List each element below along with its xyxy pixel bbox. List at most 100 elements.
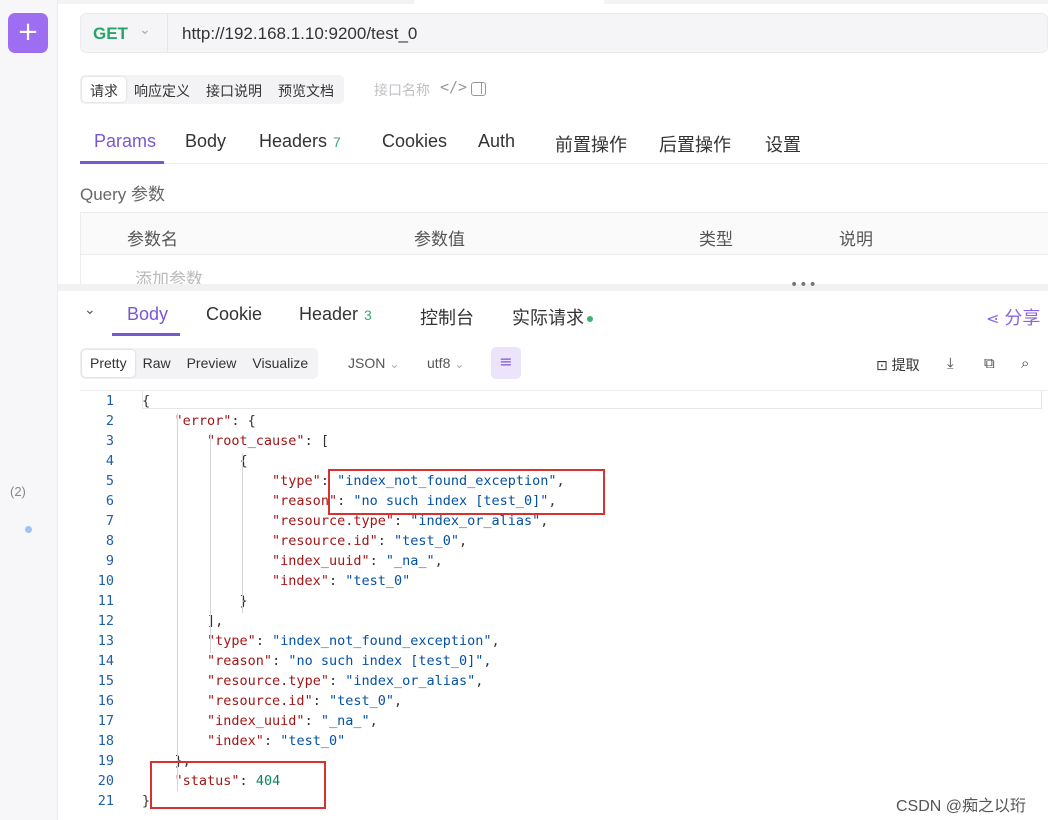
line-number: 19	[97, 753, 114, 769]
line-number: 14	[97, 653, 114, 669]
left-rail: + (2)	[0, 0, 58, 820]
code-line: 16 "resource.id": "test_0",	[80, 691, 1048, 711]
code-line: 9 "index_uuid": "_na_",	[80, 551, 1048, 571]
code-text: "resource.type": "index_or_alias",	[207, 673, 484, 689]
res-tab-header-label: Header	[299, 304, 359, 324]
res-tab-actual-request[interactable]: 实际请求	[512, 304, 593, 330]
code-text: }	[142, 593, 248, 609]
code-text: "error": {	[174, 413, 256, 429]
code-text: ],	[142, 613, 224, 629]
res-tab-header[interactable]: Header 3	[299, 304, 372, 325]
line-number: 2	[105, 413, 114, 429]
code-line: 14 "reason": "no such index [test_0]",	[80, 651, 1048, 671]
copy-icon[interactable]: ⧉	[984, 354, 995, 372]
interface-name-input[interactable]: 接口名称	[374, 80, 430, 100]
url-input[interactable]: http://192.168.1.10:9200/test_0	[182, 24, 417, 44]
code-line: 1{	[80, 391, 1048, 411]
wrap-lines-icon[interactable]: ≡	[491, 347, 521, 379]
active-tab[interactable]	[414, 0, 604, 4]
segment-preview-doc[interactable]: 预览文档	[270, 77, 342, 102]
code-icon[interactable]: </>	[440, 78, 467, 96]
code-line: 18 "index": "test_0"	[80, 731, 1048, 751]
format-select-value: JSON	[348, 355, 386, 371]
rail-count: (2)	[10, 484, 26, 499]
params-table-header: 参数名 参数值 类型 说明	[81, 213, 1048, 255]
view-preview[interactable]: Preview	[179, 350, 245, 377]
view-mode-segment: Pretty Raw Preview Visualize	[80, 348, 319, 379]
format-select[interactable]: JSON ⌄	[348, 355, 399, 371]
request-tabs: Params Body Headers 7 Cookies Auth 前置操作 后…	[80, 128, 1048, 164]
line-number: 6	[105, 493, 114, 509]
code-text: "type": "index_not_found_exception",	[207, 633, 500, 649]
code-text: {	[142, 393, 151, 409]
collapse-chevron-icon[interactable]: ⌄	[84, 302, 96, 318]
code-text: "index_uuid": "_na_",	[272, 553, 443, 569]
chevron-down-icon: ⌄	[389, 357, 400, 371]
chevron-down-icon[interactable]: ⌄	[139, 22, 151, 38]
line-number: 18	[97, 733, 114, 749]
segment-api-doc[interactable]: 接口说明	[198, 77, 270, 102]
annotation-box	[150, 761, 326, 809]
tab-headers[interactable]: Headers 7	[259, 131, 341, 152]
extract-button[interactable]: ⊡ 提取	[876, 355, 920, 375]
search-icon[interactable]: ⌕	[1021, 354, 1029, 372]
response-body-viewer[interactable]: 1{2 "error": {3 "root_cause": [4 {5 "typ…	[80, 390, 1048, 820]
code-text: "resource.id": "test_0",	[272, 533, 468, 549]
encoding-select[interactable]: utf8 ⌄	[427, 355, 464, 371]
line-number: 20	[97, 773, 114, 789]
share-button[interactable]: ⋖ 分享	[986, 304, 1040, 330]
params-table: 参数名 参数值 类型 说明 添加参数	[80, 212, 1048, 289]
res-tab-cookie[interactable]: Cookie	[206, 304, 262, 325]
tab-body[interactable]: Body	[185, 131, 226, 152]
line-number: 15	[97, 673, 114, 689]
res-tab-actual-label: 实际请求	[512, 308, 584, 328]
line-number: 21	[97, 793, 114, 809]
view-raw[interactable]: Raw	[135, 350, 179, 377]
line-number: 3	[105, 433, 114, 449]
line-number: 1	[105, 393, 114, 409]
view-visualize[interactable]: Visualize	[244, 350, 316, 377]
line-number: 13	[97, 633, 114, 649]
header-count-badge: 3	[364, 307, 372, 323]
status-dot	[587, 316, 593, 323]
code-text: "index": "test_0"	[272, 573, 411, 589]
side-panel-icon[interactable]	[471, 82, 486, 96]
code-line: 13 "type": "index_not_found_exception",	[80, 631, 1048, 651]
code-text: "reason": "no such index [test_0]",	[207, 653, 492, 669]
view-pretty[interactable]: Pretty	[82, 350, 135, 377]
extract-label: 提取	[891, 357, 920, 373]
panel-resizer[interactable]	[58, 284, 1048, 291]
encoding-select-value: utf8	[427, 355, 451, 371]
active-tab-indicator	[80, 161, 164, 164]
line-number: 8	[105, 533, 114, 549]
download-icon[interactable]: ⤓	[947, 354, 954, 372]
tab-params[interactable]: Params	[94, 131, 156, 152]
status-dot	[25, 526, 32, 533]
tab-post-actions[interactable]: 后置操作	[659, 131, 731, 157]
segment-response-def[interactable]: 响应定义	[126, 77, 198, 102]
method-select[interactable]: GET	[93, 24, 128, 44]
resize-handle-icon[interactable]: •••	[790, 277, 818, 293]
res-tab-console[interactable]: 控制台	[420, 304, 474, 330]
tab-pre-actions[interactable]: 前置操作	[555, 131, 627, 157]
line-number: 11	[97, 593, 114, 609]
active-tab-indicator	[112, 333, 180, 336]
headers-count-badge: 7	[333, 134, 341, 150]
chevron-down-icon: ⌄	[454, 357, 465, 371]
tab-settings[interactable]: 设置	[765, 131, 801, 157]
segment-request[interactable]: 请求	[82, 77, 126, 102]
code-line: 4 {	[80, 451, 1048, 471]
col-param-value: 参数值	[414, 230, 465, 249]
res-tab-body[interactable]: Body	[127, 304, 168, 325]
watermark: CSDN @痴之以珩	[896, 798, 1027, 815]
tab-strip	[58, 0, 1048, 4]
annotation-box	[328, 469, 605, 515]
col-param-name: 参数名	[127, 230, 178, 249]
tab-auth[interactable]: Auth	[478, 131, 515, 152]
indent-guide	[210, 433, 211, 653]
add-button[interactable]: +	[8, 13, 48, 53]
request-mode-segment: 请求 响应定义 接口说明 预览文档	[80, 75, 344, 104]
tab-cookies[interactable]: Cookies	[382, 131, 447, 152]
code-text: "index": "test_0"	[207, 733, 346, 749]
code-line: 12 ],	[80, 611, 1048, 631]
